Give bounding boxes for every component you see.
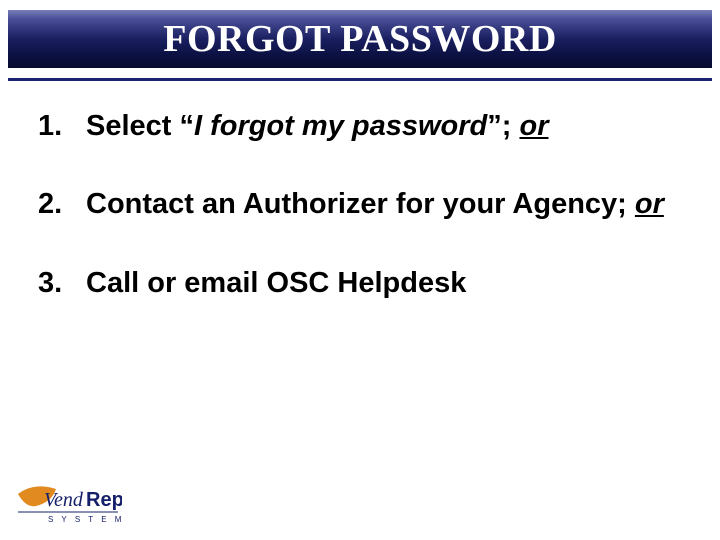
- list-item: 2. Contact an Authorizer for your Agency…: [38, 186, 682, 222]
- content: 1. Select “I forgot my password”; or 2. …: [38, 108, 682, 343]
- list-item: 1. Select “I forgot my password”; or: [38, 108, 682, 144]
- list-number: 2.: [38, 186, 62, 222]
- logo-svg: Vend Rep S Y S T E M: [12, 480, 122, 528]
- title-bar: FORGOT PASSWORD: [8, 10, 712, 68]
- divider: [8, 78, 712, 81]
- list-number: 1.: [38, 108, 62, 144]
- slide: FORGOT PASSWORD 1. Select “I forgot my p…: [0, 0, 720, 540]
- logo-text-plain: Rep: [86, 489, 122, 511]
- item-text-prefix: Select “: [86, 110, 194, 142]
- logo-subtext: S Y S T E M: [48, 515, 122, 524]
- page-title: FORGOT PASSWORD: [163, 18, 557, 60]
- item-text-suffix: ”;: [487, 110, 519, 142]
- list-number: 3.: [38, 265, 62, 301]
- logo-text-italic: Vend: [44, 489, 84, 511]
- vendrep-logo: Vend Rep S Y S T E M: [12, 480, 122, 528]
- item-or: or: [635, 188, 664, 220]
- item-text-prefix: Contact an Authorizer for your Agency;: [86, 188, 635, 220]
- list-item: 3. Call or email OSC Helpdesk: [38, 265, 682, 301]
- item-text-italic: I forgot my password: [194, 110, 487, 142]
- item-or: or: [519, 110, 548, 142]
- item-text-prefix: Call or email OSC Helpdesk: [86, 267, 466, 299]
